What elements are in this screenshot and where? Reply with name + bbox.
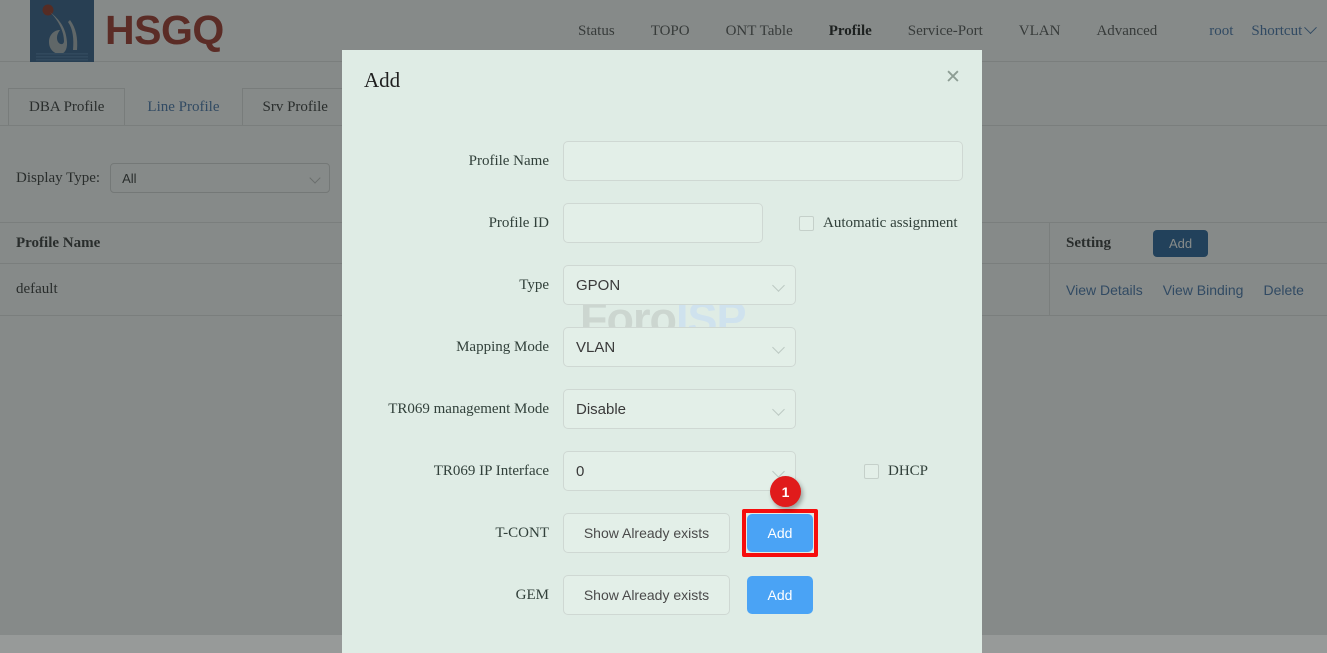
field-row-tr069-management-mode: TR069 management Mode Disable bbox=[342, 378, 982, 440]
mapping-mode-label: Mapping Mode bbox=[456, 338, 549, 355]
gem-label: GEM bbox=[515, 586, 549, 603]
mapping-mode-select[interactable]: VLAN bbox=[563, 327, 796, 367]
tr069-management-mode-select[interactable]: Disable bbox=[563, 389, 796, 429]
tr069-ip-interface-label: TR069 IP Interface bbox=[433, 462, 549, 479]
tcont-show-existing-button[interactable]: Show Already exists bbox=[563, 513, 730, 553]
profile-name-label: Profile Name bbox=[468, 152, 549, 169]
field-row-profile-name: Profile Name bbox=[342, 130, 982, 192]
type-select[interactable]: GPON bbox=[563, 265, 796, 305]
add-profile-form: Profile Name Profile ID Automatic assign… bbox=[342, 130, 982, 626]
chevron-down-icon bbox=[772, 279, 785, 292]
automatic-assignment-label: Automatic assignment bbox=[823, 214, 958, 231]
checkbox-icon bbox=[799, 215, 814, 231]
chevron-down-icon bbox=[772, 341, 785, 354]
type-value: GPON bbox=[576, 276, 621, 294]
tr069-management-mode-label: TR069 management Mode bbox=[388, 400, 549, 417]
mapping-mode-value: VLAN bbox=[576, 338, 616, 356]
dialog-title: Add bbox=[364, 68, 401, 92]
tr069-management-mode-value: Disable bbox=[576, 400, 627, 418]
screen: HSGQ Status TOPO ONT Table Profile Servi… bbox=[0, 0, 1327, 653]
tcont-label: T-CONT bbox=[495, 524, 549, 541]
tcont-add-button[interactable]: Add bbox=[747, 514, 813, 552]
profile-id-input[interactable] bbox=[563, 203, 763, 243]
field-row-gem: GEM Show Already exists Add bbox=[342, 564, 982, 626]
automatic-assignment-checkbox[interactable]: Automatic assignment bbox=[799, 215, 958, 232]
field-row-mapping-mode: Mapping Mode VLAN bbox=[342, 316, 982, 378]
gem-add-button[interactable]: Add bbox=[747, 576, 813, 614]
tr069-ip-interface-select[interactable]: 0 bbox=[563, 451, 796, 491]
checkbox-icon bbox=[864, 463, 879, 479]
profile-name-input[interactable] bbox=[563, 141, 963, 181]
close-icon[interactable]: ✕ bbox=[942, 68, 964, 90]
field-row-profile-id: Profile ID Automatic assignment bbox=[342, 192, 982, 254]
tcont-add-highlight: Add 1 bbox=[742, 476, 818, 557]
profile-id-label: Profile ID bbox=[488, 214, 549, 231]
chevron-down-icon bbox=[772, 403, 785, 416]
dhcp-checkbox[interactable]: DHCP bbox=[864, 463, 928, 480]
tr069-ip-interface-value: 0 bbox=[576, 462, 585, 480]
field-row-type: Type GPON bbox=[342, 254, 982, 316]
add-line-profile-dialog: Add ✕ ForoISP Profile Name Profile ID Au… bbox=[342, 50, 982, 653]
gem-show-existing-button[interactable]: Show Already exists bbox=[563, 575, 730, 615]
field-row-tcont: T-CONT Show Already exists Add 1 bbox=[342, 476, 982, 564]
field-row-tr069-ip-interface: TR069 IP Interface 0 DHCP bbox=[342, 440, 982, 502]
type-label: Type bbox=[519, 276, 549, 293]
dhcp-label: DHCP bbox=[888, 462, 929, 479]
step-badge: 1 bbox=[770, 476, 801, 507]
